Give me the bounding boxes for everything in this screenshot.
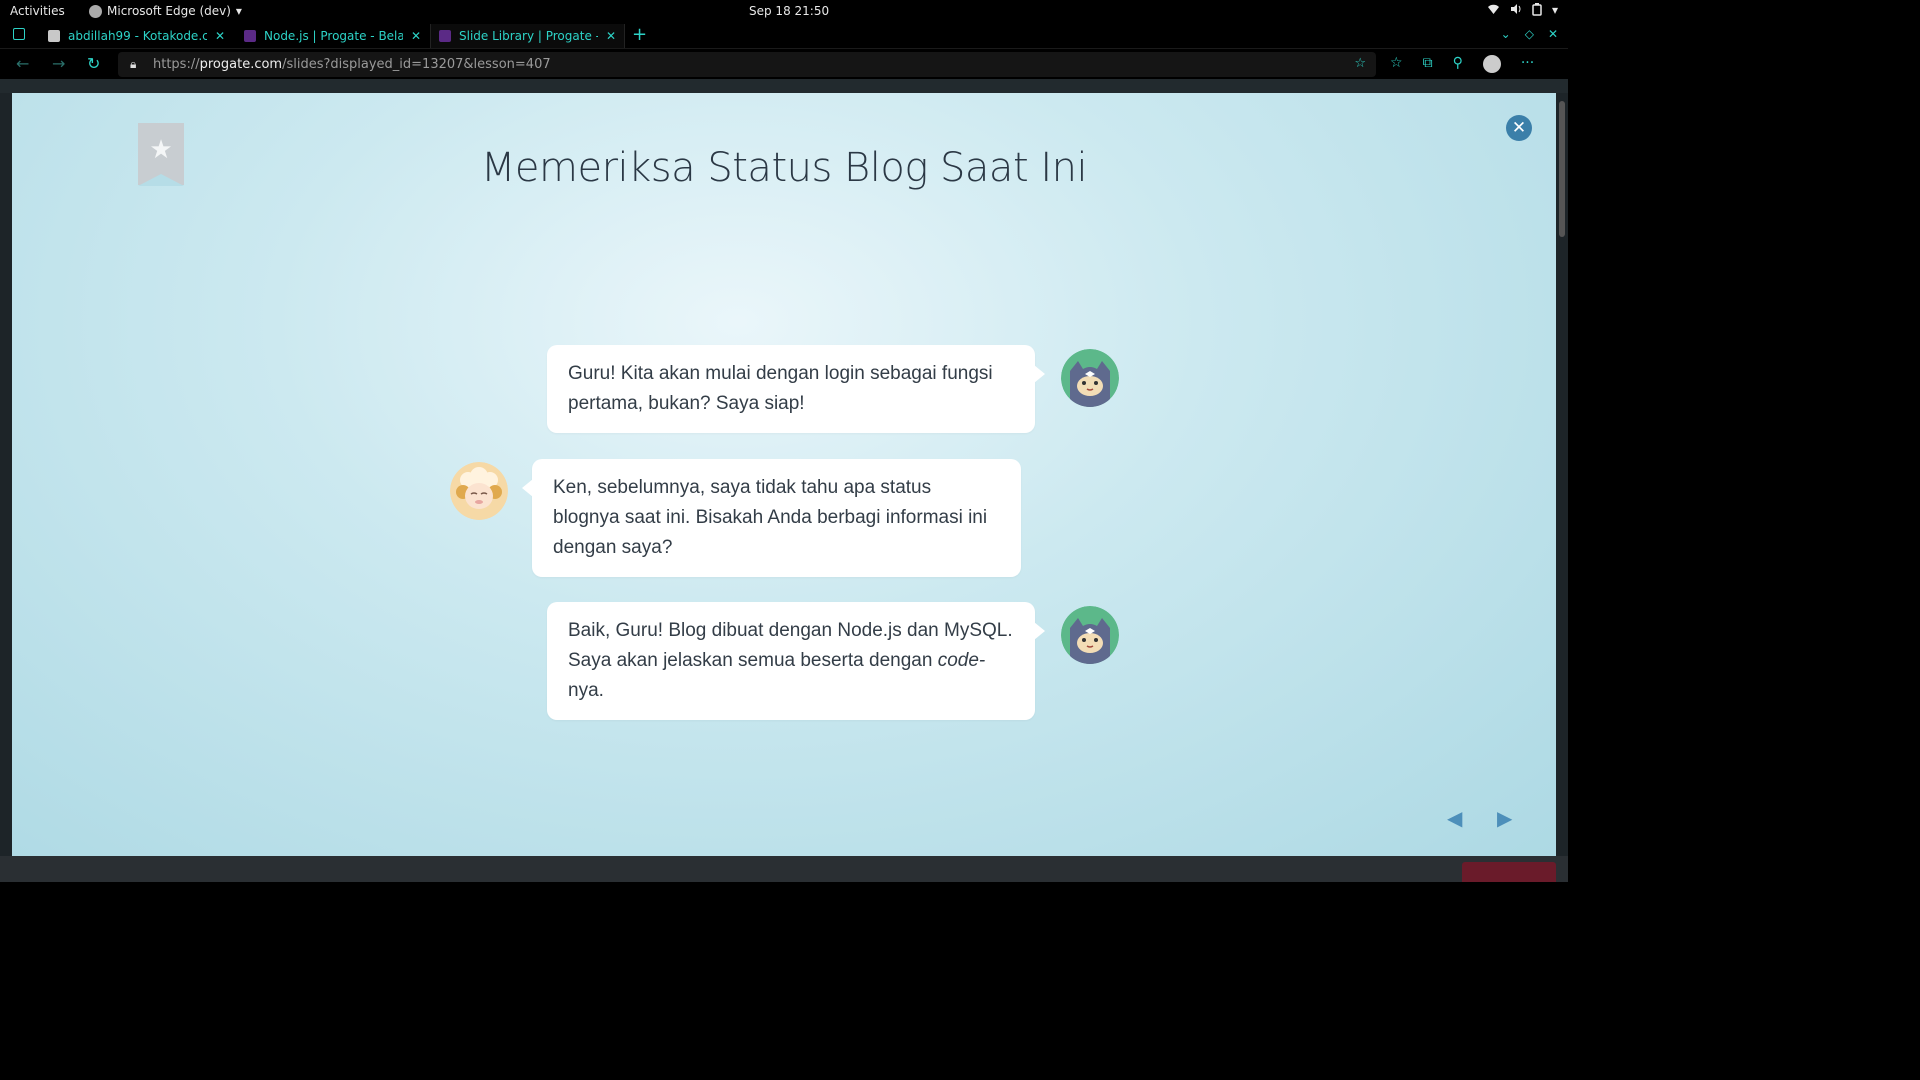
chevron-down-icon: ▾ <box>235 4 242 18</box>
progate-favicon-icon <box>244 30 256 42</box>
tab-strip: abdillah99 - Kotakode.com ✕ Node.js | Pr… <box>0 22 1568 49</box>
tab-slide-library[interactable]: Slide Library | Progate - Be ✕ <box>430 24 625 48</box>
clock[interactable]: Sep 18 21:50 <box>749 4 829 18</box>
forward-arrow-icon[interactable]: → <box>52 54 65 73</box>
refresh-icon[interactable]: ↻ <box>87 54 100 73</box>
activities-button[interactable]: Activities <box>10 4 65 18</box>
message-text: Guru! Kita akan mulai dengan login sebag… <box>568 363 993 414</box>
page-viewport: ★ Memeriksa Status Blog Saat Ini ✕ Guru!… <box>0 79 1568 882</box>
volume-icon <box>1510 3 1522 19</box>
chat-bubble-ken: Guru! Kita akan mulai dengan login sebag… <box>547 345 1045 433</box>
window-controls: ⌄ ◇ ✕ <box>1501 27 1558 41</box>
collections-icon[interactable]: ⧉ <box>1423 55 1433 73</box>
back-arrow-icon[interactable]: ← <box>16 54 29 73</box>
slide-title: Memeriksa Status Blog Saat Ini <box>480 145 1088 191</box>
new-tab-plus-icon[interactable]: + <box>632 24 647 45</box>
close-icon[interactable]: ✕ <box>1506 115 1532 141</box>
lock-icon[interactable]: 🔒︎ <box>130 57 136 72</box>
chat-bubble-ken: Baik, Guru! Blog dibuat dengan Node.js d… <box>547 602 1045 720</box>
address-bar[interactable]: 🔒︎ https://progate.com/slides?displayed_… <box>118 52 1376 77</box>
close-tab-icon[interactable]: ✕ <box>411 29 421 43</box>
edge-app-icon <box>89 4 102 18</box>
tab-title: Slide Library | Progate - Be <box>459 29 598 43</box>
power-menu-icon: ▾ <box>1551 3 1558 17</box>
bottom-panel-tab[interactable] <box>1462 862 1556 882</box>
message-italic-text: code- <box>937 650 986 671</box>
ken-avatar <box>1061 606 1119 664</box>
ken-avatar <box>1061 349 1119 407</box>
tab-search-chevron-icon[interactable]: ⌄ <box>1501 27 1511 41</box>
kotakode-favicon-icon <box>48 30 60 42</box>
extensions-icon[interactable]: ⚲ <box>1453 55 1463 73</box>
page-left-edge <box>0 93 12 856</box>
system-tray[interactable]: ▾ <box>1487 3 1558 19</box>
close-window-icon[interactable]: ✕ <box>1548 27 1558 41</box>
tab-nodejs-progate[interactable]: Node.js | Progate - Belajar ✕ <box>236 24 429 48</box>
close-tab-icon[interactable]: ✕ <box>606 29 616 43</box>
minimize-icon[interactable]: ◇ <box>1525 27 1534 41</box>
tab-title: Node.js | Progate - Belajar <box>264 29 403 43</box>
prev-arrow-icon[interactable]: ◀ <box>1447 806 1462 830</box>
next-arrow-icon[interactable]: ▶ <box>1497 806 1512 830</box>
wifi-icon <box>1487 3 1500 19</box>
guru-avatar <box>450 462 508 520</box>
add-favorite-star-icon[interactable]: ☆ <box>1354 56 1366 71</box>
navigation-bar: ← → ↻ 🔒︎ https://progate.com/slides?disp… <box>0 49 1568 79</box>
page-scrollbar[interactable] <box>1556 93 1568 856</box>
chat-bubble-guru: Ken, sebelumnya, saya tidak tahu apa sta… <box>522 459 1021 577</box>
close-tab-icon[interactable]: ✕ <box>215 29 225 43</box>
tab-kotakode[interactable]: abdillah99 - Kotakode.com ✕ <box>40 24 233 48</box>
app-name: Microsoft Edge (dev) <box>107 4 231 18</box>
page-bottom-bar <box>0 856 1568 882</box>
favorites-icon[interactable]: ☆ <box>1390 55 1403 73</box>
progate-favicon-icon <box>439 30 451 42</box>
scrollbar-thumb[interactable] <box>1559 101 1565 237</box>
tab-title: abdillah99 - Kotakode.com <box>68 29 207 43</box>
app-menu[interactable]: Microsoft Edge (dev) ▾ <box>89 4 242 18</box>
system-top-bar: Activities Microsoft Edge (dev) ▾ Sep 18… <box>0 0 1568 22</box>
slide-modal: ★ Memeriksa Status Blog Saat Ini ✕ Guru!… <box>12 93 1556 856</box>
profile-avatar-icon[interactable] <box>1482 55 1501 73</box>
battery-icon <box>1532 3 1542 19</box>
more-menu-icon[interactable]: ··· <box>1521 55 1534 73</box>
url-text[interactable]: https://progate.com/slides?displayed_id=… <box>153 57 551 72</box>
workspaces-icon[interactable] <box>13 28 25 40</box>
message-text: Ken, sebelumnya, saya tidak tahu apa sta… <box>553 477 988 558</box>
toolbar-icons: ☆ ⧉ ⚲ ··· <box>1390 55 1534 73</box>
message-text: nya. <box>568 680 604 701</box>
